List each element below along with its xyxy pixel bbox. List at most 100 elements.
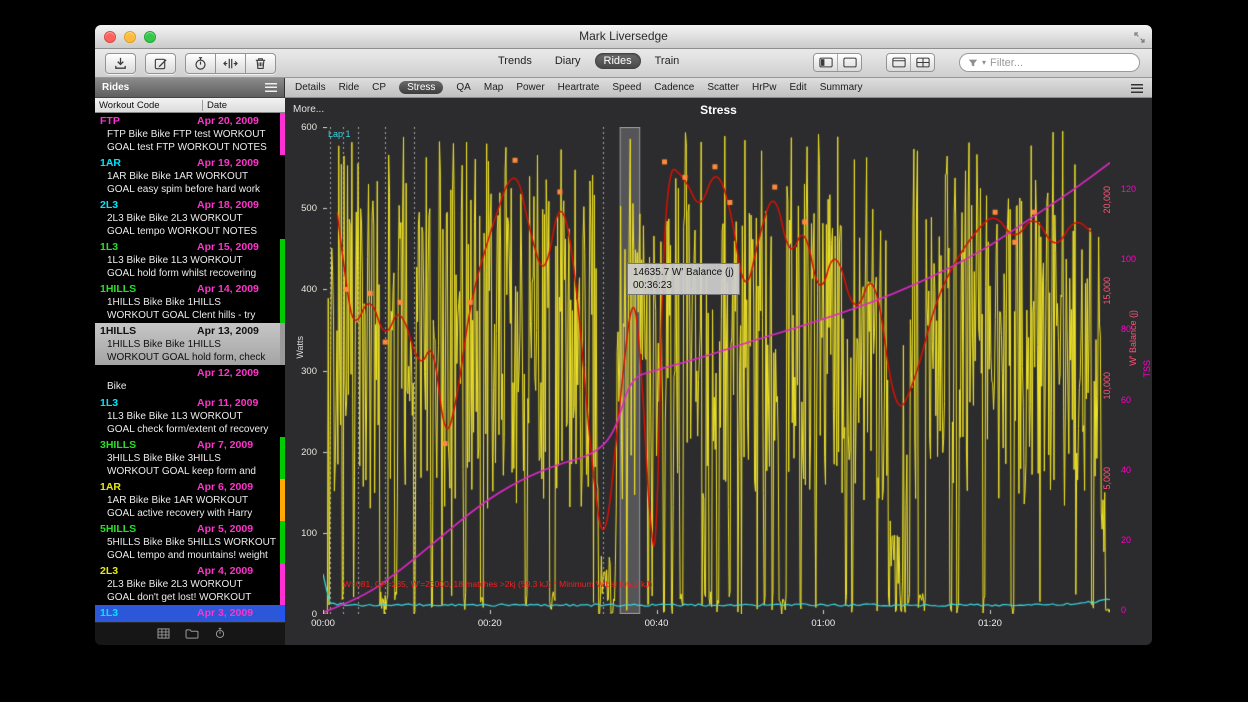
watts-tick: 500: [291, 203, 317, 214]
tss-tick: 40: [1121, 465, 1143, 475]
filter-placeholder: Filter...: [990, 57, 1023, 69]
trash-button[interactable]: [246, 53, 276, 74]
ride-item[interactable]: Apr 12, 2009Bike: [95, 365, 285, 395]
ride-date: Apr 5, 2009: [197, 523, 275, 536]
ride-workout-code: 1AR: [100, 481, 197, 494]
tss-tick: 80: [1121, 324, 1143, 334]
stopwatch-button[interactable]: [185, 53, 216, 74]
tooltip-value: 14635.7 W' Balance (j): [633, 266, 734, 279]
time-tick: 00:40: [640, 618, 674, 629]
column-date[interactable]: Date: [203, 100, 285, 111]
ride-description: GOAL test FTP WORKOUT NOTES: [100, 141, 275, 154]
ride-workout-code: 1L3: [100, 241, 197, 254]
ride-description: WORKOUT GOAL Clent hills - try: [100, 309, 275, 322]
ride-date: Apr 4, 2009: [197, 565, 275, 578]
ride-workout-code: [100, 367, 197, 380]
chart-tab-qa[interactable]: QA: [456, 82, 470, 93]
chart-tab-map[interactable]: Map: [484, 82, 503, 93]
ride-date: Apr 11, 2009: [197, 397, 275, 410]
save-ride-button[interactable]: [105, 53, 136, 74]
chart-tooltip: 14635.7 W' Balance (j) 00:36:23: [627, 263, 740, 295]
chart-tab-scatter[interactable]: Scatter: [707, 82, 739, 93]
ride-item[interactable]: 2L3Apr 18, 20092L3 Bike Bike 2L3 WORKOUT…: [95, 197, 285, 239]
ride-item[interactable]: 3HILLSApr 7, 20093HILLS Bike Bike 3HILLS…: [95, 437, 285, 479]
close-button[interactable]: [104, 31, 116, 43]
tss-tick: 120: [1121, 184, 1143, 194]
tss-tick: 0: [1121, 605, 1143, 615]
stress-chart-panel: More... Stress Watts Lap 1 14635.7 W' Ba…: [285, 98, 1152, 645]
chart-footnote: W=081, CP=285, W'=23000, 18 matches >2kj…: [343, 579, 652, 589]
intervals-button[interactable]: [216, 53, 246, 74]
filter-input[interactable]: ▾ Filter...: [959, 53, 1140, 72]
table-icon[interactable]: [157, 626, 170, 644]
folder-icon[interactable]: [185, 626, 199, 644]
ride-description: WORKOUT GOAL hold form, check: [100, 351, 275, 364]
titlebar[interactable]: Mark Liversedge: [95, 25, 1152, 49]
chart-tab-edit[interactable]: Edit: [789, 82, 806, 93]
toggle-sidebar-button[interactable]: [814, 54, 838, 71]
chart-tab-hrpw[interactable]: HrPw: [752, 82, 776, 93]
ride-description: GOAL check form/extent of recovery: [100, 423, 275, 436]
rides-column-header[interactable]: Workout Code Date: [95, 98, 285, 113]
chart-tab-ride[interactable]: Ride: [339, 82, 360, 93]
wbal-tick: 20,000: [1102, 186, 1112, 214]
watts-axis-label: Watts: [295, 336, 305, 359]
wbal-tick: 15,000: [1102, 277, 1112, 305]
ride-item[interactable]: FTPApr 20, 2009FTP Bike Bike FTP test WO…: [95, 113, 285, 155]
zoom-button[interactable]: [144, 31, 156, 43]
chart-tab-heartrate[interactable]: Heartrate: [558, 82, 600, 93]
ride-item[interactable]: 1L3Apr 11, 20091L3 Bike Bike 1L3 WORKOUT…: [95, 395, 285, 437]
ride-date: Apr 19, 2009: [197, 157, 275, 170]
ride-item[interactable]: 1HILLSApr 14, 20091HILLS Bike Bike 1HILL…: [95, 281, 285, 323]
chart-tab-stress[interactable]: Stress: [399, 81, 443, 94]
view-tab-train[interactable]: Train: [646, 53, 689, 69]
ride-workout-code: 5HILLS: [100, 523, 197, 536]
column-workout-code[interactable]: Workout Code: [95, 100, 203, 111]
toggle-lowbar-button[interactable]: [838, 54, 861, 71]
ride-item[interactable]: 5HILLSApr 5, 20095HILLS Bike Bike 5HILLS…: [95, 521, 285, 563]
chart-tab-details[interactable]: Details: [295, 82, 326, 93]
sidebar-menu-icon[interactable]: [265, 83, 277, 92]
fullscreen-icon[interactable]: [1134, 30, 1145, 48]
watts-tick: 400: [291, 284, 317, 295]
view-tab-diary[interactable]: Diary: [546, 53, 590, 69]
ride-description: GOAL don't get lost! WORKOUT: [100, 591, 275, 604]
ride-item[interactable]: 1L3Apr 3, 2009: [95, 605, 285, 623]
stopwatch-icon[interactable]: [214, 626, 226, 644]
ride-description: WORKOUT GOAL keep form and: [100, 465, 275, 478]
ride-item[interactable]: 1HILLSApr 13, 20091HILLS Bike Bike 1HILL…: [95, 323, 285, 365]
filter-chevron-icon: ▾: [982, 58, 986, 67]
view-tabs: Trends Diary Rides Train: [489, 53, 688, 69]
ride-item[interactable]: 1ARApr 6, 20091AR Bike Bike 1AR WORKOUTG…: [95, 479, 285, 521]
sidebar-toggle-group: [813, 53, 862, 72]
chart-tab-power[interactable]: Power: [516, 82, 544, 93]
tabbed-view-button[interactable]: [887, 54, 911, 71]
chart-title: Stress: [285, 103, 1152, 117]
view-tab-rides[interactable]: Rides: [595, 53, 641, 69]
tss-tick: 20: [1121, 535, 1143, 545]
stress-chart-canvas[interactable]: [323, 127, 1110, 614]
chart-menu-icon[interactable]: [1131, 84, 1143, 93]
ride-item[interactable]: 1L3Apr 15, 20091L3 Bike Bike 1L3 WORKOUT…: [95, 239, 285, 281]
ride-workout-code: FTP: [100, 115, 197, 128]
ride-workout-code: 2L3: [100, 199, 197, 212]
ride-date: Apr 20, 2009: [197, 115, 275, 128]
ride-item[interactable]: 2L3Apr 4, 20092L3 Bike Bike 2L3 WORKOUTG…: [95, 563, 285, 605]
ride-description: GOAL tempo and mountains! weight: [100, 549, 275, 562]
chart-tab-summary[interactable]: Summary: [820, 82, 863, 93]
edit-ride-button[interactable]: [145, 53, 176, 74]
chart-tab-speed[interactable]: Speed: [612, 82, 641, 93]
ride-description: 2L3 Bike Bike 2L3 WORKOUT: [100, 212, 275, 225]
traffic-lights: [104, 31, 156, 43]
wbal-axis-label: W' Balance (j): [1128, 310, 1138, 366]
ride-description: GOAL active recovery with Harry: [100, 507, 275, 520]
layout-toggle-group: [886, 53, 935, 72]
chart-tab-cadence[interactable]: Cadence: [654, 82, 694, 93]
minimize-button[interactable]: [124, 31, 136, 43]
ride-description: 5HILLS Bike Bike 5HILLS WORKOUT: [100, 536, 275, 549]
chart-tab-cp[interactable]: CP: [372, 82, 386, 93]
tiled-view-button[interactable]: [911, 54, 934, 71]
ride-item[interactable]: 1ARApr 19, 20091AR Bike Bike 1AR WORKOUT…: [95, 155, 285, 197]
ride-date: Apr 6, 2009: [197, 481, 275, 494]
view-tab-trends[interactable]: Trends: [489, 53, 541, 69]
